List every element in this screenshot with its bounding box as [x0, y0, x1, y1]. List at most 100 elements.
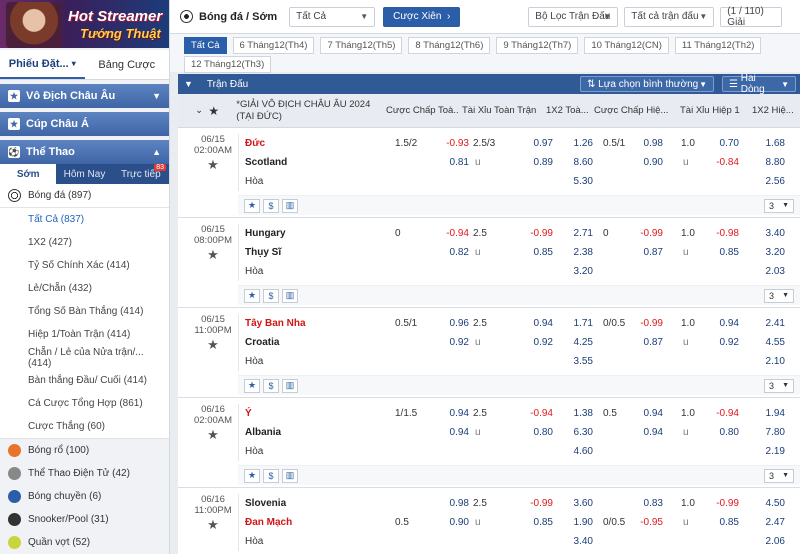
favorite-star-icon[interactable]: ★	[188, 518, 238, 531]
odds-value[interactable]: 2.06	[749, 536, 785, 547]
odds-value[interactable]: 0.85	[705, 247, 739, 258]
odds-value[interactable]: -0.84	[705, 157, 739, 168]
parlay-button[interactable]: Cược Xiên ›	[383, 6, 461, 27]
odds-value[interactable]: 2.10	[749, 356, 785, 367]
section-asian-cup[interactable]: ★ Cúp Châu Á	[0, 112, 169, 136]
sidebar-sub-item[interactable]: Cược Thắng (60)	[0, 415, 169, 438]
odds-value[interactable]: 1.38	[557, 408, 593, 419]
dollar-icon[interactable]: $	[263, 198, 279, 213]
away-team[interactable]: Albania	[245, 427, 281, 438]
odds-value[interactable]: 8.60	[557, 157, 593, 168]
league-pager[interactable]: (1 / 110) Giải	[720, 6, 783, 28]
odds-value[interactable]: 3.20	[557, 266, 593, 277]
sidebar-sport-item[interactable]: Thể Thao Điện Tử (42)	[0, 462, 169, 485]
sport-football[interactable]: Bóng đá (897)	[0, 184, 169, 207]
odds-value[interactable]: -0.99	[629, 318, 663, 329]
date-tab[interactable]: 10 Tháng12(CN)	[584, 37, 669, 54]
odds-value[interactable]: 0.92	[519, 337, 553, 348]
collapse-icon[interactable]: ▼	[184, 79, 193, 89]
odds-value[interactable]: 0.87	[629, 247, 663, 258]
sidebar-sub-item[interactable]: Bàn thắng Đầu/ Cuối (414)	[0, 369, 169, 392]
odds-value[interactable]: 8.80	[749, 157, 785, 168]
away-team[interactable]: Thụy Sĩ	[245, 247, 281, 258]
odds-value[interactable]: 2.56	[749, 176, 785, 187]
more-markets-select[interactable]: 3 ▼	[764, 198, 794, 213]
odds-value[interactable]: 0.94	[435, 427, 469, 438]
odds-value[interactable]: 2.71	[557, 228, 593, 239]
stats-icon[interactable]: ▥	[282, 198, 298, 213]
odds-value[interactable]: 0.83	[629, 498, 663, 509]
sidebar-sub-item[interactable]: Tổng Số Bàn Thắng (414)	[0, 300, 169, 323]
sidebar-sub-item[interactable]: 1X2 (427)	[0, 231, 169, 254]
stats-icon[interactable]: ▥	[282, 468, 298, 483]
favorite-star-icon[interactable]: ★	[188, 248, 238, 261]
odds-value[interactable]: 0.97	[519, 138, 553, 149]
odds-value[interactable]: -0.99	[705, 498, 739, 509]
odds-value[interactable]: 0.94	[705, 318, 739, 329]
odds-value[interactable]: 3.40	[557, 536, 593, 547]
stats-icon[interactable]: ▥	[282, 288, 298, 303]
star-icon[interactable]: ★	[244, 288, 260, 303]
favorite-star-icon[interactable]: ★	[188, 338, 238, 351]
odds-value[interactable]: 0.94	[629, 427, 663, 438]
odds-value[interactable]: 0.82	[435, 247, 469, 258]
sort-select[interactable]: ⇅ Lựa chọn bình thường ▼	[580, 76, 714, 92]
odds-value[interactable]: 0.94	[629, 408, 663, 419]
odds-value[interactable]: 0.80	[519, 427, 553, 438]
odds-value[interactable]: 2.38	[557, 247, 593, 258]
market-filter-select[interactable]: Tất Cả ▼	[289, 6, 376, 27]
date-tab[interactable]: 6 Tháng12(Th4)	[232, 37, 315, 54]
home-team[interactable]: Ý	[245, 408, 252, 419]
match-filter-select[interactable]: Tất cả trận đấu ▼	[624, 6, 715, 27]
odds-value[interactable]: 0.92	[705, 337, 739, 348]
sidebar-sub-item[interactable]: Chẵn / Lẻ của Nửa trận/... (414)	[0, 346, 169, 369]
hot-streamer-banner[interactable]: Hot Streamer Tướng Thuật	[0, 0, 169, 48]
odds-value[interactable]: 1.68	[749, 138, 785, 149]
home-team[interactable]: Slovenia	[245, 498, 286, 509]
more-markets-select[interactable]: 3 ▼	[764, 468, 794, 483]
odds-value[interactable]: -0.95	[629, 517, 663, 528]
away-team[interactable]: Đan Mạch	[245, 517, 292, 528]
sidebar-sport-item[interactable]: Snooker/Pool (31)	[0, 508, 169, 531]
odds-value[interactable]: 0.85	[519, 517, 553, 528]
sidebar-sub-item[interactable]: Cá Cược Tổng Hợp (861)	[0, 392, 169, 415]
odds-value[interactable]: -0.93	[435, 138, 469, 149]
odds-value[interactable]: 3.20	[749, 247, 785, 258]
odds-value[interactable]: 0.90	[435, 517, 469, 528]
odds-value[interactable]: 0.80	[705, 427, 739, 438]
sidebar-sub-item[interactable]: Lẻ/Chẵn (432)	[0, 277, 169, 300]
more-markets-select[interactable]: 3 ▼	[764, 378, 794, 393]
odds-value[interactable]: 4.25	[557, 337, 593, 348]
odds-value[interactable]: 2.03	[749, 266, 785, 277]
odds-value[interactable]: -0.94	[519, 408, 553, 419]
odds-value[interactable]: 1.90	[557, 517, 593, 528]
away-team[interactable]: Scotland	[245, 157, 287, 168]
odds-value[interactable]: 7.80	[749, 427, 785, 438]
lines-select[interactable]: ☰ Hai Dòng ▼	[722, 74, 796, 95]
date-tab[interactable]: Tất Cả	[184, 37, 227, 54]
sidebar-sport-item[interactable]: Quần vợt (52)	[0, 531, 169, 554]
section-sports[interactable]: ⚽ Thể Thao ▲	[0, 140, 169, 164]
more-markets-select[interactable]: 3 ▼	[764, 288, 794, 303]
date-tab[interactable]: 9 Tháng12(Th7)	[496, 37, 579, 54]
odds-value[interactable]: -0.94	[435, 228, 469, 239]
odds-value[interactable]: 1.71	[557, 318, 593, 329]
dollar-icon[interactable]: $	[263, 378, 279, 393]
odds-value[interactable]: 0.85	[705, 517, 739, 528]
odds-value[interactable]: 0.94	[435, 408, 469, 419]
odds-value[interactable]: 3.40	[749, 228, 785, 239]
odds-value[interactable]: 2.41	[749, 318, 785, 329]
odds-value[interactable]: 0.98	[629, 138, 663, 149]
section-euro[interactable]: ★ Vô Địch Châu Âu ▼	[0, 84, 169, 108]
league-toggle[interactable]: ⌄ ★	[178, 94, 236, 127]
dollar-icon[interactable]: $	[263, 468, 279, 483]
odds-value[interactable]: 0.87	[629, 337, 663, 348]
odds-value[interactable]: 4.50	[749, 498, 785, 509]
odds-value[interactable]: 0.94	[519, 318, 553, 329]
odds-value[interactable]: 0.81	[435, 157, 469, 168]
sidebar-sub-item[interactable]: Hiệp 1/Toàn Trận (414)	[0, 323, 169, 346]
odds-value[interactable]: -0.99	[519, 498, 553, 509]
home-team[interactable]: Tây Ban Nha	[245, 318, 306, 329]
date-tab[interactable]: 7 Tháng12(Th5)	[320, 37, 403, 54]
tab-early[interactable]: Sớm	[0, 164, 57, 184]
